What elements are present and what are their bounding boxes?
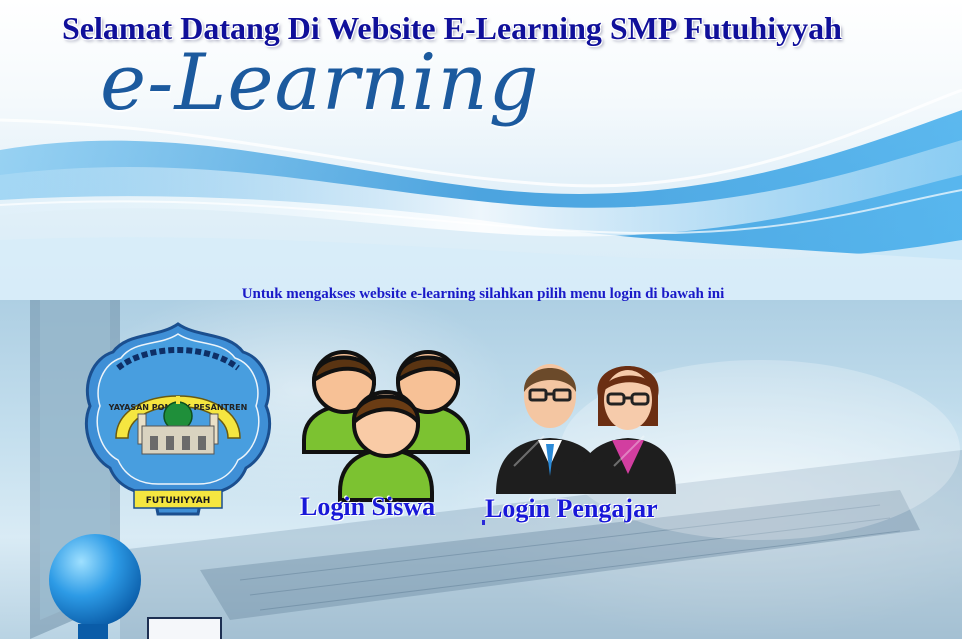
header-banner: Selamat Datang Di Website E-Learning SMP… [0,0,962,300]
mini-window-icon [147,617,222,639]
blue-ball-icon [49,534,141,639]
students-group-icon[interactable] [296,340,476,504]
brand-logo-text: e-Learning [100,38,540,128]
teachers-pair-icon[interactable] [494,356,676,496]
login-teacher-link[interactable]: Login Pengajar [485,494,658,524]
emblem-banner-text: FUTUHIYYAH [146,496,210,506]
login-student-link[interactable]: Login Siswa [300,492,435,522]
school-emblem-icon: YAYASAN PONDOK PESANTREN FUTUHIYYAH [84,322,272,516]
instruction-text: Untuk mengakses website e-learning silah… [241,286,725,302]
